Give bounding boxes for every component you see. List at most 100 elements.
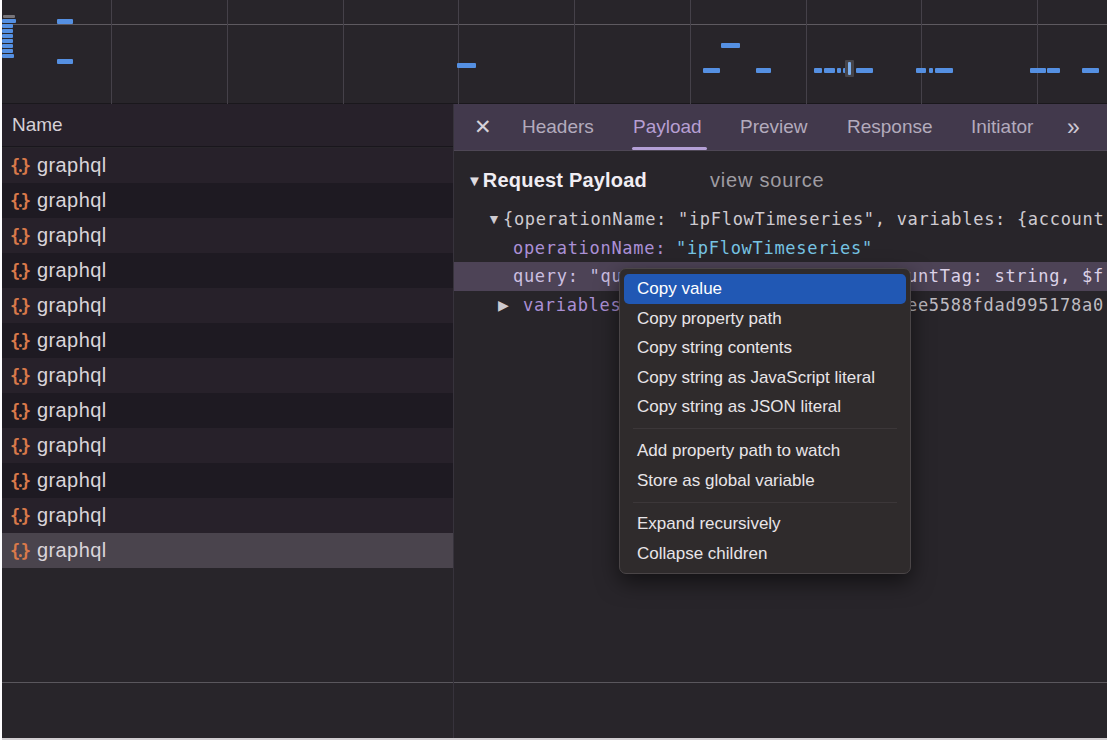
page-edge-left [0, 0, 2, 740]
request-name: graphql [37, 539, 107, 562]
timeline-request-bar [57, 19, 73, 24]
devtools-network-panel: Name {}graphql{}graphql{}graphql{}graphq… [0, 0, 1110, 740]
timeline-request-bar [856, 68, 873, 73]
timeline-vertical-gridline [921, 0, 922, 104]
timeline-request-bar [837, 68, 841, 73]
request-payload-section[interactable]: ▼ Request Payload [467, 165, 647, 195]
timeline-request-bar [2, 44, 13, 48]
menu-item-store-as-global-variable[interactable]: Store as global variable [620, 466, 910, 496]
timeline-request-bar [2, 19, 16, 23]
menu-item-expand-recursively[interactable]: Expand recursively [620, 509, 910, 539]
expand-caret-icon[interactable]: ▶ [498, 291, 509, 320]
payload-operation-row[interactable]: operationName: "ipFlowTimeseries" [454, 234, 1107, 263]
request-name: graphql [37, 154, 107, 177]
timeline-request-bar [2, 24, 13, 28]
menu-item-copy-string-as-javascript-literal[interactable]: Copy string as JavaScript literal [620, 363, 910, 393]
timeline-request-bar [2, 29, 13, 33]
request-name: graphql [37, 434, 107, 457]
name-column-header[interactable]: Name [2, 104, 453, 147]
timeline-request-bar [1030, 68, 1046, 73]
request-row[interactable]: {}graphql [2, 498, 453, 533]
json-file-icon: {} [10, 226, 37, 246]
request-row[interactable]: {}graphql [2, 428, 453, 463]
context-menu: Copy valueCopy property pathCopy string … [619, 268, 911, 574]
variables-key: variables [523, 291, 621, 320]
request-name: graphql [37, 189, 107, 212]
timeline-request-bar [3, 15, 15, 18]
timeline-request-bar [929, 68, 933, 73]
network-requests-panel: Name {}graphql{}graphql{}graphql{}graphq… [2, 104, 453, 738]
timeline-request-bar [814, 68, 822, 73]
request-row[interactable]: {}graphql [2, 183, 453, 218]
timeline-vertical-gridline [343, 0, 344, 104]
timeline-vertical-gridline [458, 0, 459, 104]
menu-item-copy-value[interactable]: Copy value [624, 274, 906, 304]
timeline-request-bar [935, 68, 953, 73]
request-row[interactable]: {}graphql [2, 393, 453, 428]
menu-item-copy-string-contents[interactable]: Copy string contents [620, 333, 910, 363]
request-row[interactable]: {}graphql [2, 253, 453, 288]
request-name: graphql [37, 364, 107, 387]
request-row[interactable]: {}graphql [2, 218, 453, 253]
menu-item-copy-property-path[interactable]: Copy property path [620, 304, 910, 334]
query-key: query: "qu [513, 262, 622, 291]
payload-preview-row[interactable]: ▼ {operationName: "ipFlowTimeseries", va… [454, 205, 1107, 234]
menu-item-add-property-path-to-watch[interactable]: Add property path to watch [620, 436, 910, 466]
request-row[interactable]: {}graphql [2, 463, 453, 498]
timeline-vertical-gridline [690, 0, 691, 104]
tab-response[interactable]: Response [847, 104, 933, 150]
more-tabs-icon[interactable]: » [1067, 104, 1080, 150]
network-overview-timeline[interactable] [0, 0, 1107, 104]
timeline-vertical-gridline [111, 0, 112, 104]
json-file-icon: {} [10, 156, 37, 176]
json-file-icon: {} [10, 296, 37, 316]
detail-tabbar: ✕ » Headers Payload Preview Response Initiat… [454, 104, 1107, 151]
json-file-icon: {} [10, 366, 37, 386]
request-name: graphql [37, 399, 107, 422]
timeline-vertical-gridline [806, 0, 807, 104]
footer-separator [2, 682, 1107, 683]
timeline-vertical-gridline [1037, 0, 1038, 104]
timeline-request-bar [848, 62, 851, 75]
timeline-request-bar [916, 68, 926, 73]
json-file-icon: {} [10, 261, 37, 281]
payload-preview-text: {operationName: "ipFlowTimeseries", vari… [503, 205, 1104, 234]
request-name: graphql [37, 224, 107, 247]
json-file-icon: {} [10, 541, 37, 561]
timeline-request-bar [457, 63, 476, 68]
tab-headers[interactable]: Headers [522, 104, 594, 150]
json-file-icon: {} [10, 436, 37, 456]
request-row[interactable]: {}graphql [2, 323, 453, 358]
request-name: graphql [37, 469, 107, 492]
request-row[interactable]: {}graphql [2, 148, 453, 183]
timeline-request-bar [703, 68, 720, 73]
timeline-vertical-gridline [227, 0, 228, 104]
menu-item-collapse-children[interactable]: Collapse children [620, 539, 910, 569]
request-name: graphql [37, 294, 107, 317]
request-name: graphql [37, 329, 107, 352]
tab-payload[interactable]: Payload [633, 104, 702, 150]
close-icon[interactable]: ✕ [474, 104, 492, 150]
request-row[interactable]: {}graphql [2, 533, 453, 568]
panel-splitter[interactable] [453, 104, 454, 738]
json-file-icon: {} [10, 331, 37, 351]
json-file-icon: {} [10, 506, 37, 526]
section-collapse-caret[interactable]: ▼ [467, 172, 482, 189]
request-name: graphql [37, 259, 107, 282]
tab-initiator[interactable]: Initiator [971, 104, 1033, 150]
expand-caret-icon[interactable]: ▼ [487, 205, 502, 234]
operation-value: "ipFlowTimeseries" [676, 234, 873, 263]
menu-item-copy-string-as-json-literal[interactable]: Copy string as JSON literal [620, 392, 910, 422]
timeline-request-bar [2, 34, 13, 38]
menu-separator [633, 502, 897, 503]
timeline-request-bar [2, 39, 13, 43]
timeline-request-bar [1082, 68, 1099, 73]
tab-preview[interactable]: Preview [740, 104, 808, 150]
timeline-horizontal-gridline [0, 24, 1107, 25]
request-list: {}graphql{}graphql{}graphql{}graphql{}gr… [2, 148, 453, 568]
timeline-request-bar [721, 43, 740, 48]
view-source-link[interactable]: view source [710, 165, 824, 195]
request-row[interactable]: {}graphql [2, 288, 453, 323]
request-row[interactable]: {}graphql [2, 358, 453, 393]
json-file-icon: {} [10, 471, 37, 491]
